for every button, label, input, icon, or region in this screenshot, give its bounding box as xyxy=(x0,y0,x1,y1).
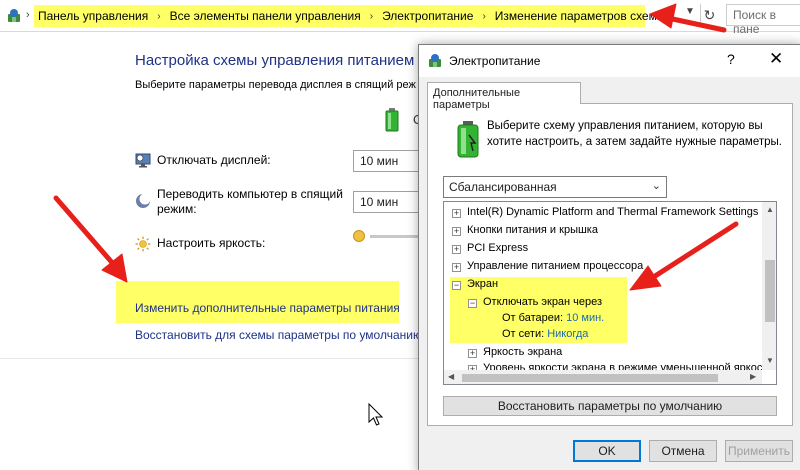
dialog-description: Выберите схему управления питанием, кото… xyxy=(487,120,782,148)
breadcrumb-item-all-items[interactable]: Все элементы панели управления xyxy=(170,9,361,23)
divider xyxy=(0,358,420,359)
tree-item-label: Яркость экрана xyxy=(483,346,563,358)
tree-item-label: От сети: xyxy=(502,328,545,340)
cancel-button[interactable]: Отмена xyxy=(649,440,717,462)
tree-item-turn-off-display[interactable]: − Отключать экран через xyxy=(468,294,602,310)
tab-advanced-settings[interactable]: Дополнительные параметры xyxy=(427,82,581,111)
plugged-in-value-link[interactable]: Никогда xyxy=(547,328,588,340)
scroll-down-icon[interactable]: ▼ xyxy=(766,356,774,365)
on-battery-value-link[interactable]: 10 мин. xyxy=(566,312,604,324)
breadcrumb-item-edit-plan[interactable]: Изменение параметров схемы xyxy=(495,9,666,23)
tree-item-label: Intel(R) Dynamic Platform and Thermal Fr… xyxy=(467,206,759,218)
turn-off-display-select[interactable]: 10 мин xyxy=(353,150,423,172)
address-bar: › Панель управления › Все элементы панел… xyxy=(0,0,800,36)
close-icon[interactable]: ✕ xyxy=(769,49,783,69)
breadcrumb: Панель управления › Все элементы панели … xyxy=(34,5,665,27)
tree-item-label: Управление питанием процессора xyxy=(467,260,644,272)
expand-icon[interactable]: + xyxy=(452,245,461,254)
power-scheme-value: Сбалансированная xyxy=(449,180,557,194)
refresh-icon[interactable]: ↻ xyxy=(700,4,718,26)
arrow-annotation xyxy=(101,253,128,283)
tree-item-label: Отключать экран через xyxy=(483,296,603,308)
horizontal-scrollbar[interactable]: ◀ ▶ xyxy=(444,370,762,384)
monitor-icon xyxy=(135,153,151,168)
tree-item[interactable]: + Уровень яркости экрана в режиме уменьше… xyxy=(468,360,762,370)
tree-item[interactable]: + PCI Express xyxy=(452,240,528,256)
breadcrumb-separator-icon[interactable]: › xyxy=(370,11,373,22)
turn-off-display-label: Отключать дисплей: xyxy=(157,153,271,167)
settings-tree[interactable]: + Intel(R) Dynamic Platform and Thermal F… xyxy=(443,201,777,385)
advanced-settings-link[interactable]: Изменить дополнительные параметры питани… xyxy=(135,301,400,315)
expand-icon[interactable]: + xyxy=(468,349,477,358)
expand-icon[interactable]: + xyxy=(452,209,461,218)
page-title: Настройка схемы управления питанием " xyxy=(135,52,424,69)
collapse-icon[interactable]: − xyxy=(468,299,477,308)
screen: › Панель управления › Все элементы панел… xyxy=(0,0,800,470)
tree-item[interactable]: + Кнопки питания и крышка xyxy=(452,222,598,238)
power-options-dialog: Электропитание ? ✕ Дополнительные параме… xyxy=(418,44,800,470)
help-icon[interactable]: ? xyxy=(727,51,735,67)
scrollbar-thumb[interactable] xyxy=(462,374,718,382)
brightness-sun-icon xyxy=(135,236,151,252)
tree-item-label: Уровень яркости экрана в режиме уменьшен… xyxy=(483,362,762,370)
scrollbar-thumb[interactable] xyxy=(765,260,775,322)
dialog-title: Электропитание xyxy=(449,54,541,68)
breadcrumb-separator-icon[interactable]: › xyxy=(482,11,485,22)
breadcrumb-separator-icon: › xyxy=(26,9,30,21)
battery-icon xyxy=(385,108,399,132)
brightness-label: Настроить яркость: xyxy=(157,236,266,250)
tree-item-label: Экран xyxy=(467,278,499,290)
restore-defaults-button[interactable]: Восстановить параметры по умолчанию xyxy=(443,396,777,416)
address-dropdown-icon[interactable]: ▼ xyxy=(685,6,695,17)
tree-item[interactable]: + Управление питанием процессора xyxy=(452,258,643,274)
breadcrumb-item-control-panel[interactable]: Панель управления xyxy=(38,9,148,23)
arrow-annotation xyxy=(53,195,118,269)
sleep-label: Переводить компьютер в спящий режим: xyxy=(157,187,343,216)
tree-item-label: Кнопки питания и крышка xyxy=(467,224,598,236)
scroll-left-icon[interactable]: ◀ xyxy=(448,372,454,381)
battery-plug-icon xyxy=(457,121,479,158)
control-panel-icon xyxy=(8,9,20,22)
search-input[interactable]: Поиск в пане xyxy=(726,4,800,36)
sleep-select[interactable]: 10 мин xyxy=(353,191,423,213)
settings-tree-content: + Intel(R) Dynamic Platform and Thermal F… xyxy=(444,202,762,370)
apply-button[interactable]: Применить xyxy=(725,440,793,462)
expand-icon[interactable]: + xyxy=(452,227,461,236)
tree-item[interactable]: + Intel(R) Dynamic Platform and Thermal F… xyxy=(452,204,758,220)
tree-item-display[interactable]: − Экран xyxy=(452,276,498,292)
dialog-titlebar[interactable]: Электропитание ? ✕ xyxy=(419,45,800,77)
sleep-moon-icon xyxy=(136,193,151,208)
brightness-slider-handle[interactable] xyxy=(353,230,365,242)
scroll-right-icon[interactable]: ▶ xyxy=(750,372,756,381)
breadcrumb-item-power-options[interactable]: Электропитание xyxy=(382,9,473,23)
tree-item-on-battery[interactable]: От батареи: 10 мин. xyxy=(502,310,604,326)
power-options-icon xyxy=(429,54,441,67)
mouse-cursor-icon xyxy=(368,403,384,426)
page-subtitle: Выберите параметры перевода дисплея в сп… xyxy=(135,79,416,91)
tree-item-plugged-in[interactable]: От сети: Никогда xyxy=(502,326,588,342)
vertical-scrollbar[interactable]: ▲ ▼ xyxy=(762,202,776,370)
tree-item-label: От батареи: xyxy=(502,312,564,324)
power-scheme-select[interactable]: Сбалансированная ⌄ xyxy=(443,176,667,198)
expand-icon[interactable]: + xyxy=(452,263,461,272)
restore-defaults-link[interactable]: Восстановить для схемы параметры по умол… xyxy=(135,328,422,342)
scroll-up-icon[interactable]: ▲ xyxy=(766,205,774,214)
breadcrumb-separator-icon[interactable]: › xyxy=(157,11,160,22)
chevron-down-icon[interactable]: ⌄ xyxy=(652,179,661,192)
brightness-slider-track[interactable] xyxy=(370,235,420,238)
collapse-icon[interactable]: − xyxy=(452,281,461,290)
tree-item[interactable]: + Яркость экрана xyxy=(468,344,562,360)
ok-button[interactable]: OK xyxy=(573,440,641,462)
tree-item-label: PCI Express xyxy=(467,242,529,254)
